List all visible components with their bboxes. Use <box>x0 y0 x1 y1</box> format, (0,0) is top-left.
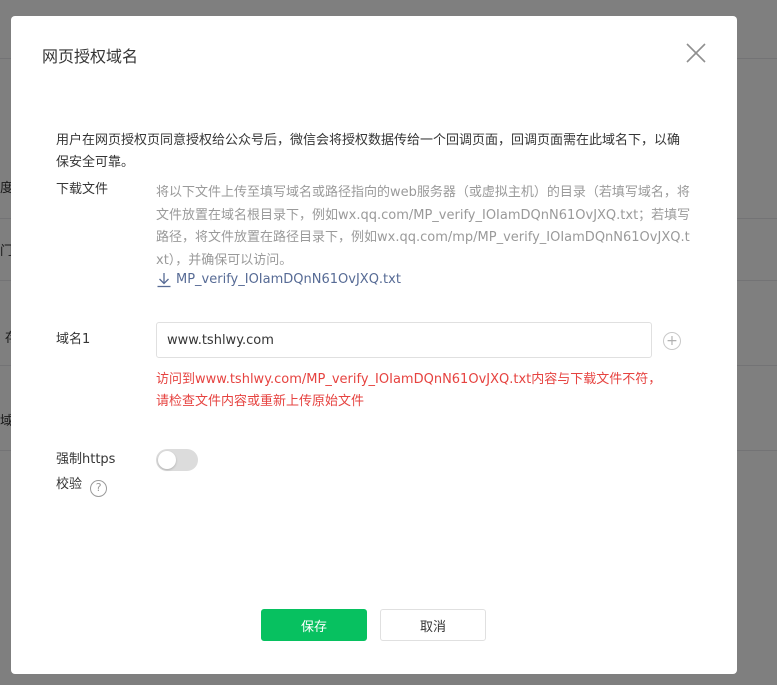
domain-error-message: 访问到www.tshlwy.com/MP_verify_IOIamDQnN61O… <box>156 372 662 409</box>
download-file-name: MP_verify_IOIamDQnN61OvJXQ.txt <box>176 272 401 287</box>
close-icon <box>686 43 706 63</box>
download-file-link[interactable]: MP_verify_IOIamDQnN61OvJXQ.txt <box>156 270 401 290</box>
add-domain-button[interactable]: + <box>663 332 681 350</box>
cancel-button[interactable]: 取消 <box>380 609 486 641</box>
domain-input[interactable] <box>156 322 652 358</box>
question-icon[interactable]: ? <box>90 479 108 497</box>
https-label-line1: 强制https <box>56 452 116 467</box>
https-label-line2-text: 校验 <box>56 477 83 492</box>
save-button[interactable]: 保存 <box>261 609 367 641</box>
close-button[interactable] <box>684 41 708 65</box>
dialog-title: 网页授权域名 <box>42 47 139 66</box>
download-icon <box>157 273 171 288</box>
domain-label: 域名1 <box>56 332 91 347</box>
web-auth-domain-dialog: 网页授权域名 用户在网页授权页同意授权给公众号后，微信会将授权数据传给一个回调页… <box>11 16 737 674</box>
download-label: 下载文件 <box>56 182 109 197</box>
download-description: 将以下文件上传至填写域名或路径指向的web服务器（或虚拟主机）的目录（若填写域名… <box>156 185 691 268</box>
toggle-knob <box>158 451 176 469</box>
force-https-toggle[interactable] <box>156 449 198 471</box>
https-label: 强制https 校验 ? <box>56 449 115 497</box>
intro-text: 用户在网页授权页同意授权给公众号后，微信会将授权数据传给一个回调页面，回调页面需… <box>56 133 681 170</box>
plus-icon: + <box>666 333 678 349</box>
https-label-line2: 校验 ? <box>56 474 115 497</box>
